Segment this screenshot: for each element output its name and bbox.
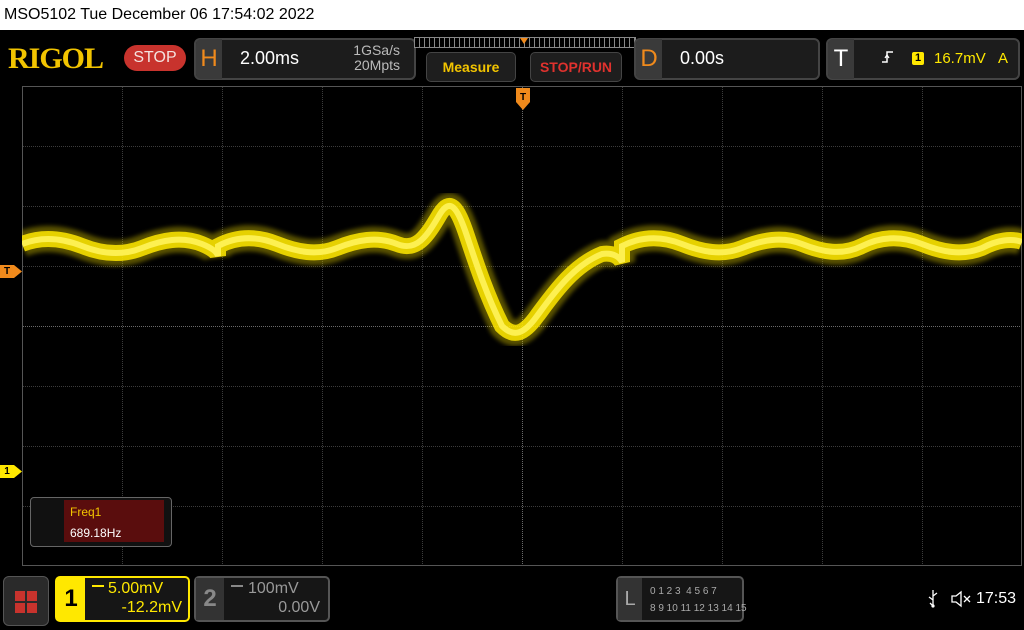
trigger-letter: T	[828, 39, 854, 79]
measure-button[interactable]: Measure	[426, 52, 516, 82]
delay-value: 0.00s	[680, 48, 725, 68]
waveform-grid[interactable]	[22, 86, 1022, 566]
dc-coupling-icon	[231, 585, 243, 593]
memory-depth: 20Mpts	[354, 57, 400, 73]
channel1-ground-marker-label: 1	[4, 466, 10, 477]
rigol-logo: RIGOL	[8, 42, 104, 75]
title-bar: MSO5102 Tue December 06 17:54:02 2022	[0, 0, 1024, 30]
menu-button[interactable]	[3, 576, 49, 626]
trigger-position-marker-label: T	[519, 92, 527, 103]
channel1-waveform	[22, 193, 1022, 346]
usb-icon	[927, 590, 939, 608]
channel1-offset: -12.2mV	[121, 599, 182, 616]
stop-run-button[interactable]: STOP/RUN	[530, 52, 622, 82]
horizontal-letter: H	[196, 39, 222, 79]
measurement-name: Freq1	[70, 505, 102, 519]
memory-position-marker	[520, 38, 528, 44]
trigger-source-badge: 1	[912, 52, 924, 65]
channel2-scale: 100mV	[248, 580, 299, 597]
grid-menu-icon	[15, 591, 37, 613]
title-text: MSO5102 Tue December 06 17:54:02 2022	[4, 6, 315, 23]
trigger-level: 16.7mV	[934, 50, 986, 67]
speaker-muted-icon[interactable]	[951, 590, 971, 608]
dc-coupling-icon	[92, 585, 104, 593]
channel2-number: 2	[196, 578, 224, 620]
delay-letter: D	[636, 39, 662, 79]
trigger-level-marker[interactable]: T	[0, 265, 22, 278]
rising-edge-icon	[882, 50, 894, 64]
logic-row1: 0 1 2 3 4 5 6 7	[650, 586, 717, 597]
timebase-value: 2.00ms	[240, 48, 300, 68]
trigger-mode: A	[998, 50, 1009, 67]
channel1-scale: 5.00mV	[108, 580, 164, 597]
sample-rate: 1GSa/s	[353, 42, 400, 58]
run-state-badge[interactable]: STOP	[124, 45, 186, 71]
channel2-offset: 0.00V	[278, 599, 320, 616]
logic-letter: L	[618, 578, 642, 620]
measurement-value: 689.18Hz	[70, 526, 122, 540]
trigger-position-marker[interactable]: T	[516, 88, 530, 110]
trigger-level-marker-label: T	[3, 266, 11, 277]
clock-time: 17:53	[976, 590, 1017, 607]
logic-row2: 8 9 10 11 12 13 14 15	[650, 603, 747, 614]
channel1-number: 1	[57, 578, 85, 620]
channel1-ground-marker[interactable]: 1	[0, 465, 22, 478]
